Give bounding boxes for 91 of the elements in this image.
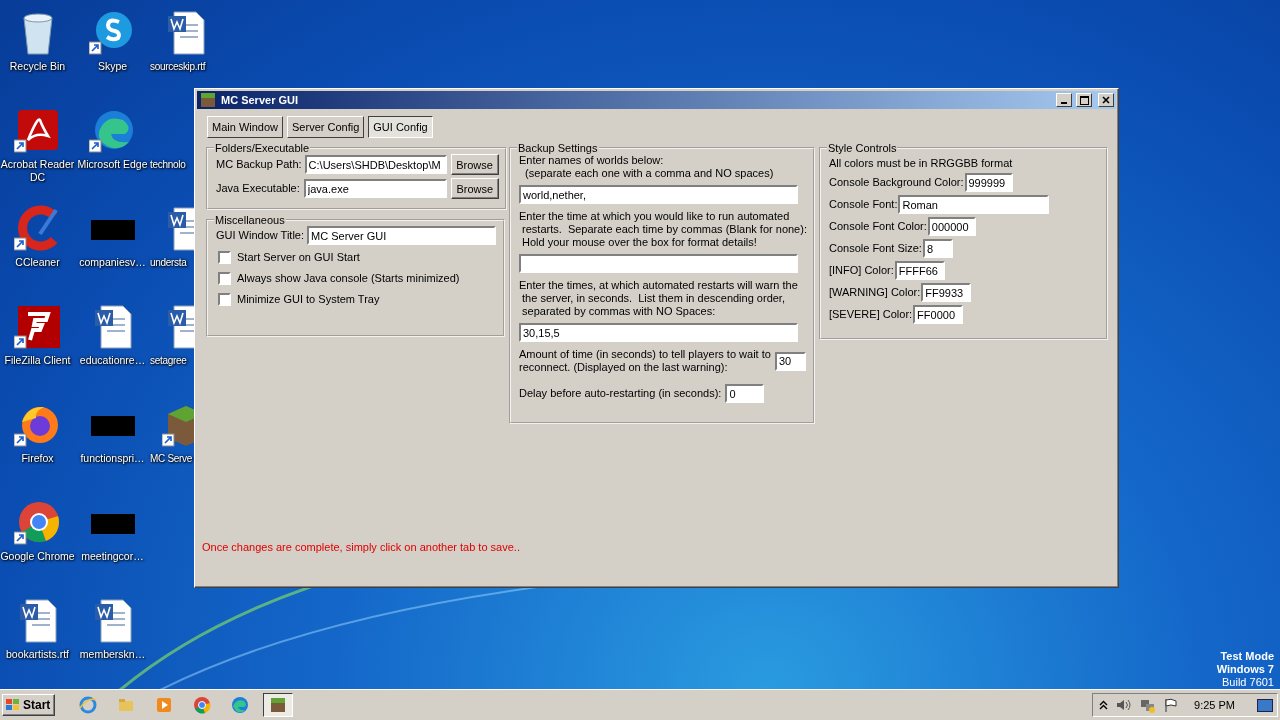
tab[interactable]: Server Config bbox=[287, 116, 365, 138]
field-label: Console Font Color: bbox=[828, 220, 927, 233]
text-field[interactable]: 30,15,5 bbox=[519, 323, 798, 342]
desktop-icon-label[interactable]: understa bbox=[150, 256, 187, 269]
field-label: MC Backup Path: bbox=[216, 158, 302, 171]
status-message: Once changes are complete, simply click on another tab to save.. bbox=[202, 541, 521, 553]
window-title: MC Server GUI bbox=[221, 94, 300, 106]
desktop-icon-label[interactable]: memberskn… bbox=[75, 648, 150, 661]
style-field[interactable]: 8 bbox=[922, 239, 953, 258]
style-field[interactable]: FFFF66 bbox=[894, 261, 945, 280]
desktop-icon-label[interactable]: companiesv… bbox=[75, 256, 150, 269]
prompt-text: Amount of time (in seconds) to tell players to wait to reconnect. (Displayed on the last warning): bbox=[519, 348, 771, 374]
group-title: Miscellaneous bbox=[214, 214, 286, 226]
grass-block-icon bbox=[269, 696, 288, 714]
network-icon[interactable] bbox=[1140, 697, 1157, 713]
path-field[interactable]: C:\Users\SHDB\Desktop\M bbox=[304, 155, 447, 174]
close-icon bbox=[1102, 96, 1110, 104]
prompt-text: Enter the times, at which automated restarts will warn the the server, in seconds. List them in descending order, separated by commas with NO Spaces: bbox=[519, 279, 799, 318]
field-label: Console Font Size: bbox=[828, 242, 922, 255]
title-field[interactable]: MC Server GUI bbox=[307, 226, 497, 245]
desktop-icon-label[interactable]: Microsoft Edge bbox=[75, 158, 150, 171]
checkbox-label: Start Server on GUI Start bbox=[237, 250, 360, 264]
minimize-button[interactable] bbox=[1056, 93, 1072, 107]
taskbar-app-button[interactable] bbox=[263, 693, 294, 717]
field-label: Console Font: bbox=[828, 198, 898, 211]
number-field[interactable]: 0 bbox=[725, 384, 765, 403]
os-notice-text: Windows 7 bbox=[1216, 663, 1274, 676]
tab[interactable]: GUI Config bbox=[368, 116, 433, 138]
desktop-icon-label[interactable]: Firefox bbox=[0, 452, 75, 465]
style-field[interactable]: 000000 bbox=[927, 217, 976, 236]
grass-block-icon bbox=[199, 91, 217, 109]
path-field[interactable]: java.exe bbox=[303, 179, 447, 198]
desktop-icon-label[interactable]: educationre… bbox=[75, 354, 150, 367]
browse-button[interactable]: Browse bbox=[450, 178, 499, 199]
number-field[interactable]: 30 bbox=[774, 351, 806, 371]
show-desktop-icon[interactable] bbox=[1257, 698, 1273, 712]
prompt-text: Delay before auto-restarting (in seconds): bbox=[519, 387, 722, 400]
field-label: Java Executable: bbox=[216, 182, 300, 195]
os-notice-text: Build 7601 bbox=[1222, 676, 1274, 689]
edge-icon bbox=[231, 696, 250, 714]
windows-logo-icon bbox=[5, 698, 21, 712]
desktop-icon-label[interactable]: sourceskip.rtf bbox=[150, 60, 206, 73]
tab[interactable]: Main Window bbox=[207, 116, 284, 138]
desktop-icon-label[interactable]: Acrobat Reader DC bbox=[0, 158, 75, 184]
style-field[interactable]: 999999 bbox=[964, 173, 1013, 192]
group-title: Folders/Executable bbox=[214, 142, 311, 154]
maximize-icon bbox=[1079, 95, 1089, 105]
desktop-icon-label[interactable]: CCleaner bbox=[0, 256, 75, 269]
style-field[interactable]: Roman bbox=[898, 195, 1050, 214]
media-player-icon bbox=[155, 696, 174, 714]
browser-e-icon bbox=[79, 696, 98, 714]
group-title: Backup Settings bbox=[517, 142, 599, 154]
checkbox[interactable] bbox=[218, 292, 231, 306]
style-field[interactable]: FF0000 bbox=[913, 305, 964, 324]
checkbox-label: Always show Java console (Starts minimized) bbox=[237, 271, 460, 285]
folder-icon bbox=[117, 696, 136, 714]
close-button[interactable] bbox=[1098, 93, 1114, 107]
desktop-icon-label[interactable]: setagree bbox=[150, 354, 187, 367]
prompt-text: Enter the time at which you would like to run automated restarts. Separate each time by commas (Blank for none): Hold your mouse over the box for format details! bbox=[519, 210, 807, 249]
chrome-icon bbox=[193, 696, 212, 714]
field-label: [WARNING] Color: bbox=[828, 286, 921, 299]
flag-icon[interactable] bbox=[1164, 698, 1179, 712]
text-field[interactable] bbox=[519, 254, 798, 273]
browse-button[interactable]: Browse bbox=[450, 154, 499, 175]
desktop-icon-label[interactable]: meetingcor… bbox=[75, 550, 150, 563]
checkbox[interactable] bbox=[218, 271, 231, 285]
clock[interactable]: 9:25 PM bbox=[1194, 699, 1235, 711]
field-label: Console Background Color: bbox=[828, 176, 964, 189]
desktop-icon-label[interactable]: Skype bbox=[75, 60, 150, 73]
checkbox[interactable] bbox=[218, 250, 231, 264]
desktop-icon-label[interactable]: bookartists.rtf bbox=[0, 648, 75, 661]
text-field[interactable]: world,nether, bbox=[519, 185, 798, 204]
prompt-text: Enter names of worlds below: (separate each one with a comma and NO spaces) bbox=[519, 154, 775, 180]
checkbox-label: Minimize GUI to System Tray bbox=[237, 292, 380, 306]
start-button[interactable]: Start bbox=[2, 694, 56, 716]
field-label: GUI Window Title: bbox=[216, 229, 305, 242]
volume-icon[interactable] bbox=[1116, 698, 1133, 712]
desktop-icon-label[interactable]: FileZilla Client bbox=[0, 354, 75, 367]
desktop-icon-label[interactable]: functionspri… bbox=[75, 452, 150, 465]
desktop-icon-label[interactable]: Recycle Bin bbox=[0, 60, 75, 73]
format-note: All colors must be in RRGGBB format bbox=[828, 157, 1014, 170]
group-title: Style Controls bbox=[826, 142, 898, 154]
desktop-icon-label[interactable]: Google Chrome bbox=[0, 550, 75, 563]
os-notice-text: Test Mode bbox=[1220, 650, 1274, 663]
maximize-button[interactable] bbox=[1076, 93, 1092, 107]
desktop-icon-label[interactable]: technolo bbox=[150, 158, 186, 171]
style-field[interactable]: FF9933 bbox=[921, 283, 972, 302]
field-label: [INFO] Color: bbox=[828, 264, 894, 277]
chevron-up-icon[interactable] bbox=[1099, 700, 1109, 710]
desktop-icon-label[interactable]: MC Serve bbox=[150, 452, 193, 465]
field-label: [SEVERE] Color: bbox=[828, 308, 913, 321]
